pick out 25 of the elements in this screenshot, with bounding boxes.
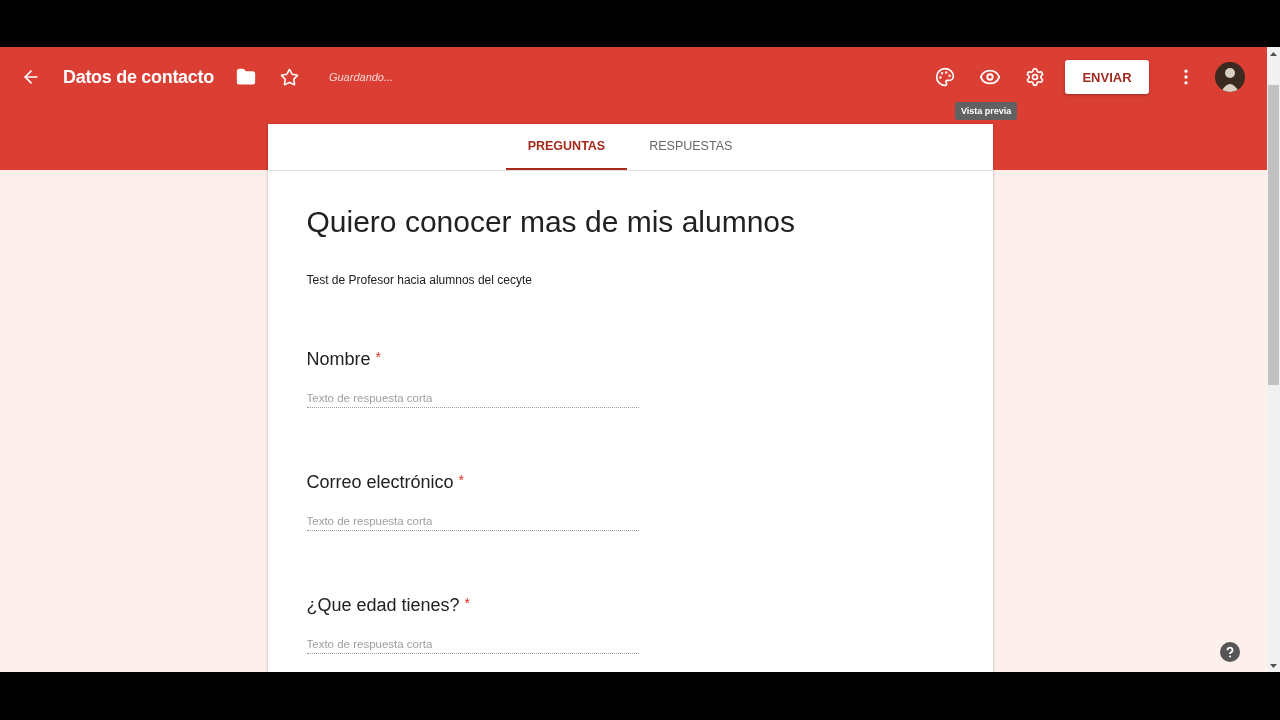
tab[interactable]: PREGUNTAS <box>505 124 628 170</box>
question-label: Correo electrónico <box>306 472 454 493</box>
required-mark: * <box>464 595 471 611</box>
star-icon[interactable] <box>278 66 301 88</box>
folder-icon[interactable] <box>234 66 257 88</box>
question-label: ¿Que edad tienes? <box>306 595 460 616</box>
form-description: Test de Profesor hacia alumnos del cecyte <box>306 273 533 287</box>
scrollbar[interactable] <box>1267 47 1280 672</box>
tab[interactable]: RESPUESTAS <box>627 124 755 170</box>
answer-field[interactable]: Texto de respuesta corta <box>306 392 639 408</box>
scroll-up-icon[interactable] <box>1270 51 1277 56</box>
answer-field[interactable]: Texto de respuesta corta <box>306 515 639 531</box>
palette-icon[interactable] <box>934 66 956 88</box>
question-label: Nombre <box>306 349 371 370</box>
answer-field[interactable]: Texto de respuesta corta <box>306 638 639 654</box>
settings-icon[interactable] <box>1024 66 1046 88</box>
avatar[interactable] <box>1215 62 1245 92</box>
tooltip: Vista previa <box>955 102 1018 120</box>
required-mark: * <box>375 349 381 365</box>
send-button[interactable]: ENVIAR <box>1065 60 1149 94</box>
required-mark: * <box>458 472 465 488</box>
form-heading: Quiero conocer mas de mis alumnos <box>306 205 797 239</box>
scroll-down-icon[interactable] <box>1270 663 1277 668</box>
save-status: Guardando... <box>328 71 394 83</box>
form-title: Datos de contacto <box>63 66 214 88</box>
